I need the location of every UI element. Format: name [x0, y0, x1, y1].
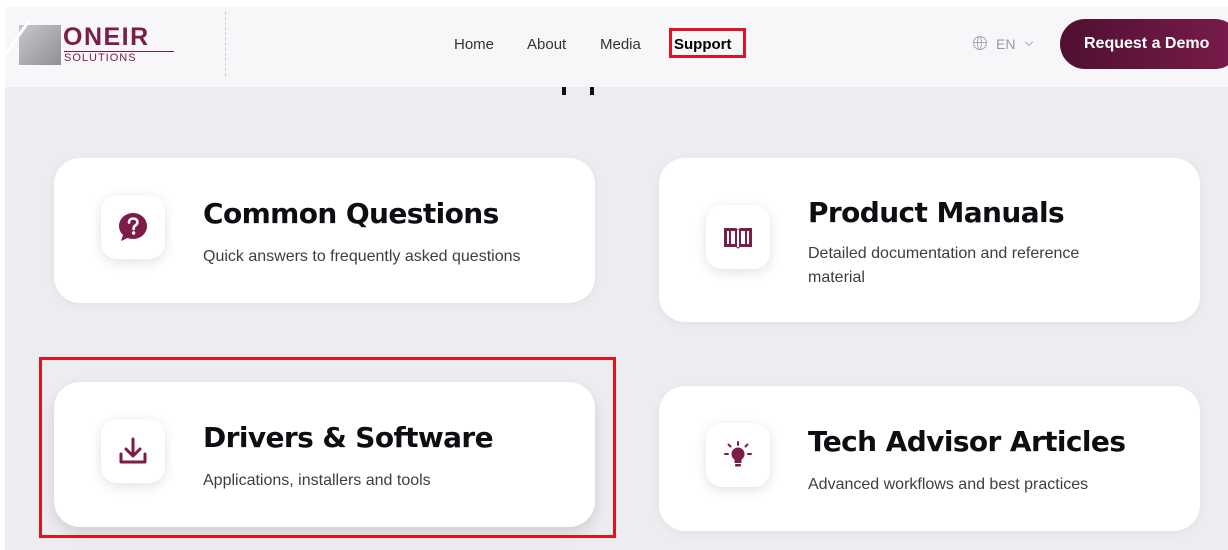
card-tech-advisor-articles[interactable]: Tech Advisor Articles Advanced workflows… — [659, 386, 1200, 531]
header-divider — [225, 12, 226, 76]
globe-icon — [973, 36, 987, 50]
icon-tile — [706, 423, 770, 487]
card-common-questions[interactable]: Common Questions Quick answers to freque… — [54, 158, 595, 303]
chevron-down-icon — [1024, 37, 1034, 47]
language-code: EN — [996, 36, 1016, 52]
card-description: Advanced workflows and best practices — [808, 476, 1089, 493]
brand-logo[interactable]: ONEIR SOLUTIONS — [19, 23, 179, 65]
request-demo-button[interactable]: Request a Demo — [1060, 19, 1228, 69]
card-description: Detailed documentation and reference mat… — [808, 245, 1080, 286]
card-product-manuals[interactable]: Product Manuals Detailed documentation a… — [659, 158, 1200, 322]
site-header: ONEIR SOLUTIONS Home About Media Support… — [5, 7, 1228, 87]
page-frame-top — [0, 0, 1228, 7]
logo-mark-icon — [19, 25, 61, 65]
card-title: Product Manuals — [808, 196, 1065, 229]
support-highlight-box — [669, 28, 746, 58]
nav-media[interactable]: Media — [600, 35, 641, 55]
section-heading-fragment — [560, 87, 600, 95]
question-bubble-icon — [119, 213, 147, 241]
logo-title: ONEIR — [63, 23, 150, 51]
logo-tagline: SOLUTIONS — [64, 51, 174, 64]
card-description: Quick answers to frequently asked questi… — [203, 248, 521, 265]
lightbulb-icon — [724, 441, 752, 467]
drivers-highlight-box — [39, 357, 616, 538]
open-book-icon — [724, 228, 752, 249]
card-title: Tech Advisor Articles — [808, 425, 1126, 458]
nav-about[interactable]: About — [527, 35, 566, 55]
card-title: Common Questions — [203, 197, 499, 230]
nav-home[interactable]: Home — [454, 35, 494, 55]
icon-tile — [706, 205, 770, 269]
icon-tile — [101, 195, 165, 259]
